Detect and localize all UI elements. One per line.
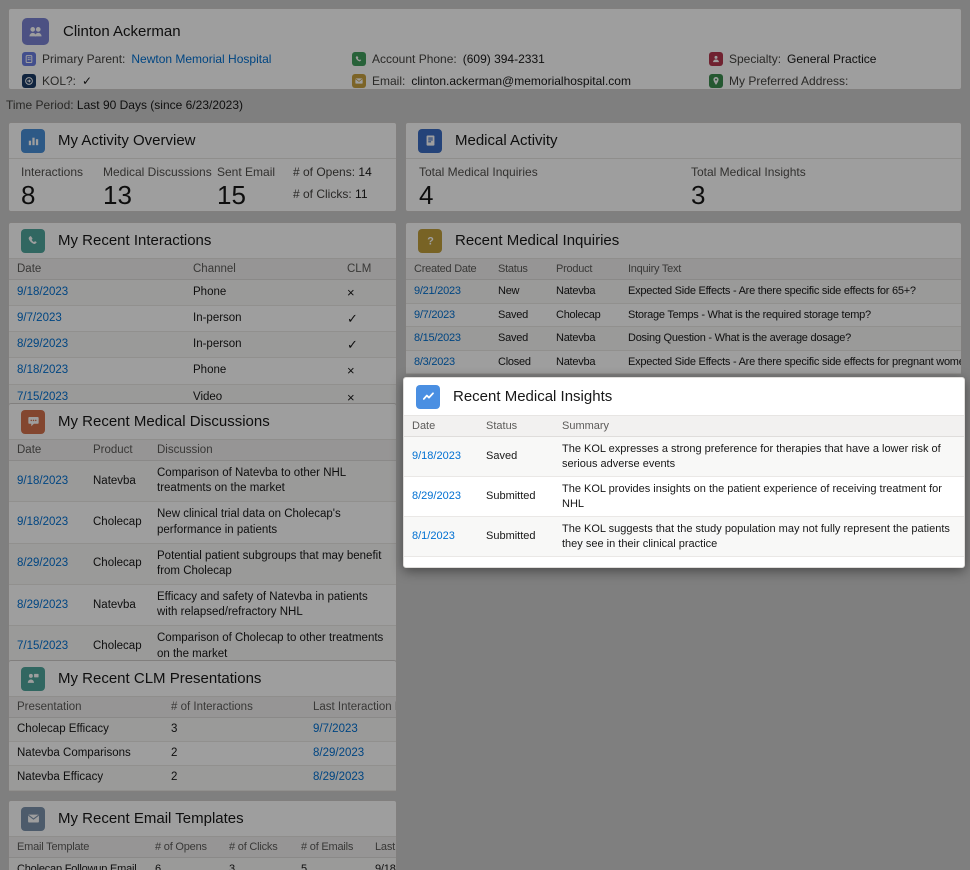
dashboard-page: Clinton Ackerman Primary Parent: Newton …	[0, 0, 970, 870]
table-cell: The KOL suggests that the study populati…	[554, 516, 964, 558]
table-cell: Submitted	[478, 516, 554, 558]
table-row: 8/29/2023 Submitted The KOL provides insig…	[404, 476, 964, 518]
date-link-cell: 8/1/2023	[404, 516, 478, 558]
date-link[interactable]: 8/1/2023	[412, 530, 455, 542]
table-cell: The KOL expresses a strong preference fo…	[554, 436, 964, 478]
table-row: 8/1/2023 Submitted The KOL suggests that t…	[404, 516, 964, 558]
date-link-cell: 9/18/2023	[404, 436, 478, 478]
medical-insights-table: Date Status Summary 9/18/2023 Saved The KO…	[404, 416, 964, 558]
column-header: Status	[478, 416, 554, 437]
table-cell: Saved	[478, 436, 554, 478]
column-header: Date	[404, 416, 478, 437]
date-link-cell: 8/29/2023	[404, 476, 478, 518]
table-header-row: Date Status Summary	[404, 416, 964, 437]
medical-insights-card: Recent Medical Insights Date Status Summ…	[403, 377, 965, 569]
table-row: 9/18/2023 Saved The KOL expresses a strong…	[404, 436, 964, 478]
trend-line-icon	[416, 384, 440, 409]
column-header: Summary	[554, 416, 964, 437]
card-title: Recent Medical Insights	[453, 388, 613, 405]
table-cell: Submitted	[478, 476, 554, 518]
medical-insights-title-row: Recent Medical Insights	[404, 378, 964, 416]
date-link[interactable]: 8/29/2023	[412, 490, 461, 502]
date-link[interactable]: 9/18/2023	[412, 450, 461, 462]
table-cell: The KOL provides insights on the patient…	[554, 476, 964, 518]
